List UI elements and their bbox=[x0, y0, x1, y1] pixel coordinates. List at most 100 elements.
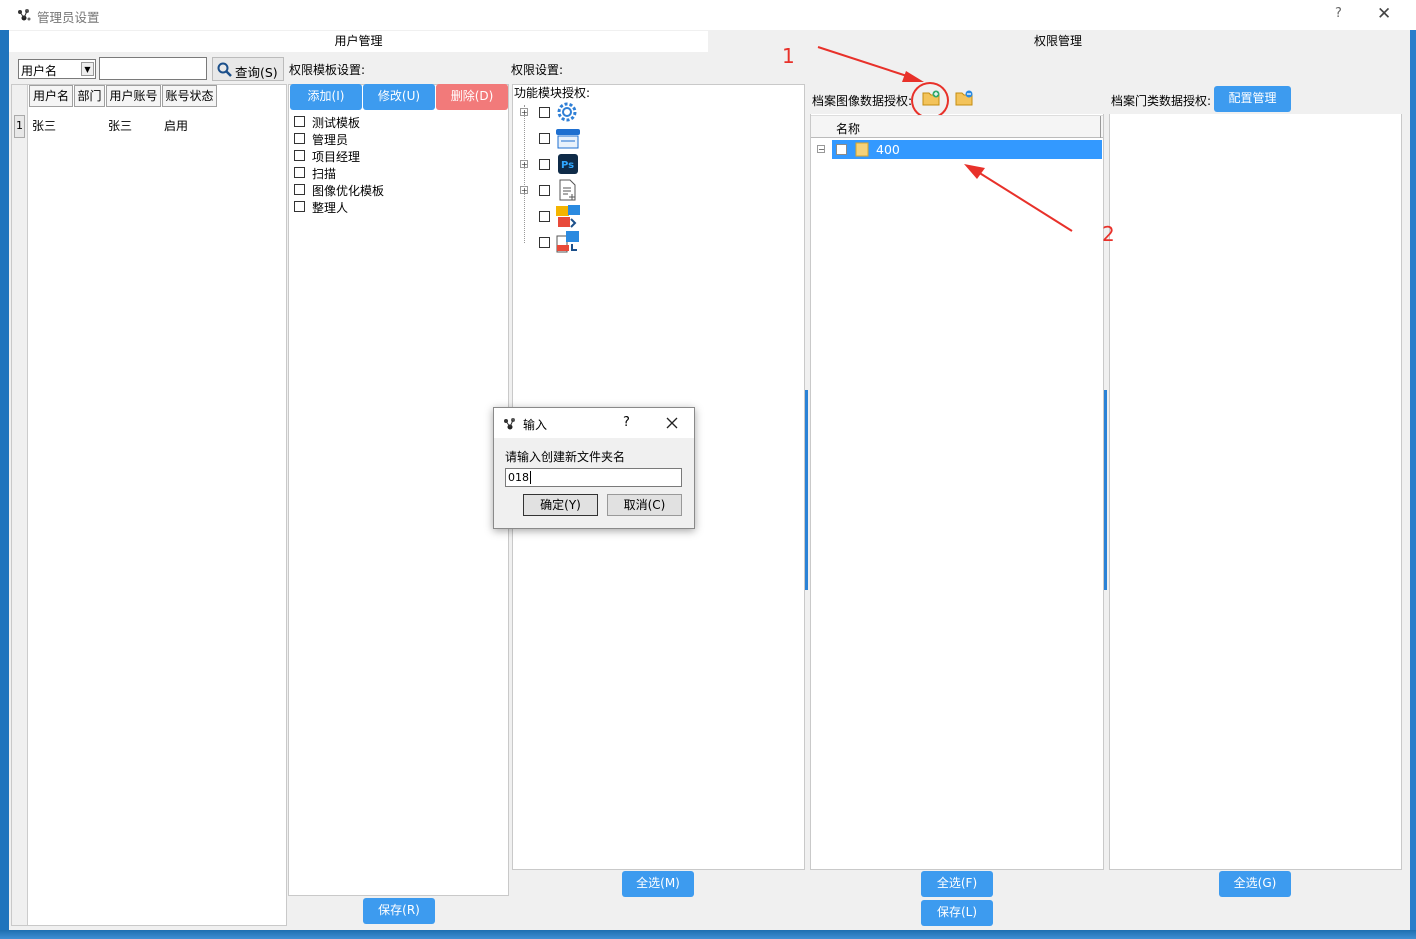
user-table bbox=[11, 84, 287, 926]
annotation-circle bbox=[911, 82, 949, 119]
delete-template-button[interactable]: 删除(D) bbox=[436, 84, 508, 110]
rename-folder-icon[interactable] bbox=[955, 90, 973, 106]
checkbox[interactable] bbox=[294, 201, 305, 212]
dialog-help-button[interactable]: ? bbox=[623, 415, 630, 430]
list-item[interactable]: 整理人 bbox=[294, 199, 494, 216]
ok-button[interactable]: 确定(Y) bbox=[523, 494, 598, 516]
edit-template-button[interactable]: 修改(U) bbox=[363, 84, 435, 110]
list-item[interactable]: 扫描 bbox=[294, 165, 494, 182]
checkbox[interactable] bbox=[294, 133, 305, 144]
cell-account: 张三 bbox=[108, 119, 133, 133]
archive-category-label: 档案门类数据授权: bbox=[1111, 94, 1212, 108]
list-item[interactable]: 图像优化模板 bbox=[294, 182, 494, 199]
checkbox[interactable] bbox=[294, 167, 305, 178]
cell-username: 张三 bbox=[32, 119, 57, 133]
expand-icon[interactable]: + bbox=[520, 160, 528, 169]
module-item[interactable] bbox=[519, 230, 599, 254]
gear-icon bbox=[557, 102, 577, 122]
query-button[interactable]: 查询(S) bbox=[212, 57, 284, 81]
module-item[interactable]: + bbox=[519, 178, 599, 202]
desktop-edge-bottom bbox=[0, 930, 1416, 939]
annotation-label-2: 2 bbox=[1102, 222, 1115, 246]
checkbox[interactable] bbox=[836, 144, 847, 155]
list-item-label: 项目经理 bbox=[312, 150, 361, 164]
checkbox[interactable] bbox=[539, 237, 550, 248]
save-permission-button[interactable]: 保存(L) bbox=[921, 900, 993, 926]
module-item[interactable]: + bbox=[519, 100, 599, 124]
photoshop-icon: Ps bbox=[558, 154, 578, 174]
tab-permission-management[interactable]: 权限管理 bbox=[708, 31, 1408, 52]
column-header-status[interactable]: 账号状态 bbox=[162, 85, 217, 107]
archive-image-label: 档案图像数据授权: bbox=[812, 94, 913, 108]
panel-splitter[interactable] bbox=[1104, 390, 1107, 590]
tab-user-management[interactable]: 用户管理 bbox=[9, 31, 708, 52]
column-header-name[interactable]: 名称 bbox=[836, 120, 860, 137]
input-dialog: 输入 ? 请输入创建新文件夹名 018 确定(Y) 取消(C) bbox=[493, 407, 695, 529]
chevron-down-icon[interactable]: ▼ bbox=[81, 62, 94, 76]
checkbox[interactable] bbox=[539, 159, 550, 170]
checkbox[interactable] bbox=[294, 116, 305, 127]
checkbox[interactable] bbox=[539, 107, 550, 118]
list-item[interactable]: 测试模板 bbox=[294, 114, 494, 131]
search-field-value: 用户名 bbox=[21, 64, 58, 78]
title-bar bbox=[0, 0, 1416, 30]
checkbox[interactable] bbox=[539, 133, 550, 144]
expand-icon[interactable]: + bbox=[520, 186, 528, 195]
tree-header: 名称 bbox=[811, 115, 1103, 138]
module-item[interactable] bbox=[519, 126, 599, 150]
tree-node-selected[interactable] bbox=[832, 140, 1102, 159]
save-template-button[interactable]: 保存(R) bbox=[363, 898, 435, 924]
list-item[interactable]: 管理员 bbox=[294, 131, 494, 148]
expand-icon[interactable]: + bbox=[520, 108, 528, 117]
table-row[interactable]: 1 张三 张三 启用 bbox=[12, 110, 286, 138]
search-field-select[interactable]: 用户名 ▼ bbox=[18, 59, 96, 79]
select-all-category-button[interactable]: 全选(G) bbox=[1219, 871, 1291, 897]
folder-icon bbox=[855, 142, 869, 157]
annotation-arrowhead-1 bbox=[902, 71, 924, 82]
scanner-icon bbox=[556, 129, 580, 149]
list-item-label: 扫描 bbox=[312, 167, 337, 181]
column-header-username[interactable]: 用户名 bbox=[29, 85, 73, 107]
config-management-button[interactable]: 配置管理 bbox=[1214, 86, 1291, 112]
select-all-archive-button[interactable]: 全选(F) bbox=[921, 871, 993, 897]
help-button[interactable]: ? bbox=[1335, 6, 1342, 21]
desktop-edge-right bbox=[1410, 0, 1416, 939]
checkbox[interactable] bbox=[539, 211, 550, 222]
column-header-account[interactable]: 用户账号 bbox=[106, 85, 161, 107]
tree-node-label: 400 bbox=[876, 142, 900, 157]
search-input[interactable] bbox=[99, 57, 207, 80]
panel-splitter[interactable] bbox=[805, 390, 808, 590]
module-item[interactable] bbox=[519, 204, 599, 228]
document-icon bbox=[559, 179, 576, 201]
dialog-app-icon bbox=[504, 418, 515, 430]
checkbox[interactable] bbox=[294, 184, 305, 195]
text-cursor bbox=[530, 471, 531, 484]
list-item[interactable]: 项目经理 bbox=[294, 148, 494, 165]
close-button[interactable]: ✕ bbox=[1377, 4, 1391, 24]
column-header-dept[interactable]: 部门 bbox=[74, 85, 105, 107]
dialog-title: 输入 bbox=[523, 418, 548, 432]
add-template-button[interactable]: 添加(I) bbox=[290, 84, 362, 110]
module-tree-label: 功能模块授权: bbox=[514, 86, 591, 100]
row-header-column bbox=[12, 85, 28, 925]
dialog-prompt: 请输入创建新文件夹名 bbox=[505, 450, 626, 464]
column-divider bbox=[1100, 116, 1101, 138]
list-item-label: 管理员 bbox=[312, 133, 349, 147]
folder-name-input[interactable]: 018 bbox=[505, 468, 682, 487]
desktop-edge-left bbox=[0, 0, 9, 939]
module-item[interactable]: + Ps bbox=[519, 152, 599, 176]
checkbox[interactable] bbox=[539, 185, 550, 196]
checkbox[interactable] bbox=[294, 150, 305, 161]
search-icon bbox=[217, 62, 232, 77]
collapse-icon[interactable]: − bbox=[817, 145, 825, 154]
cell-status: 启用 bbox=[164, 119, 189, 133]
close-icon[interactable] bbox=[666, 417, 678, 429]
select-all-modules-button[interactable]: 全选(M) bbox=[622, 871, 694, 897]
permission-panel-label: 权限设置: bbox=[511, 63, 564, 77]
row-index: 1 bbox=[14, 115, 25, 138]
list-item-label: 整理人 bbox=[312, 201, 349, 215]
list-item-label: 图像优化模板 bbox=[312, 184, 385, 198]
svg-text:Ps: Ps bbox=[561, 160, 574, 171]
cancel-button[interactable]: 取消(C) bbox=[607, 494, 682, 516]
query-button-label: 查询(S) bbox=[235, 65, 278, 80]
